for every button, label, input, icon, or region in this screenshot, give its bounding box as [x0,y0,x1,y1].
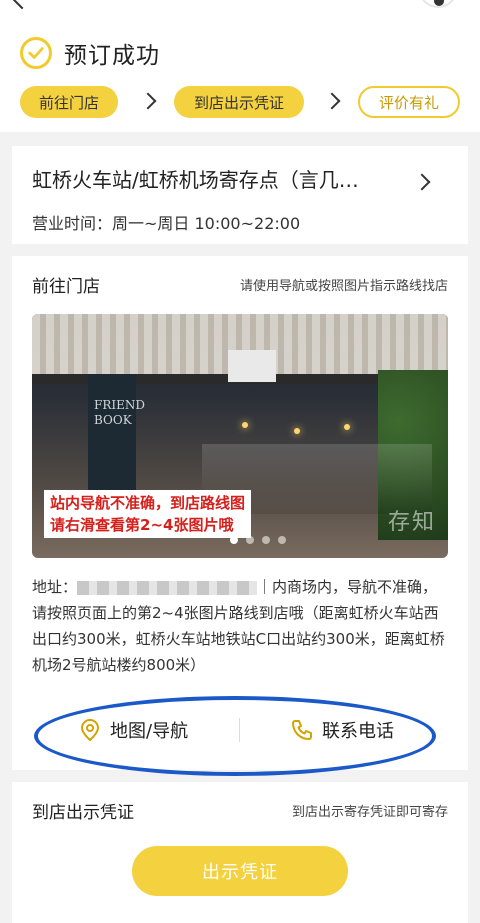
carousel-dot[interactable] [278,536,286,544]
store-hours: 营业时间：周一~周日 10:00~22:00 [32,214,301,233]
chevron-right-icon [139,92,157,110]
chevron-right-icon [323,92,341,110]
success-banner: 预订成功 [20,36,160,70]
carousel-dot[interactable] [246,536,254,544]
redacted-text [77,580,258,595]
check-circle-icon [20,37,52,69]
booking-status-header: 预订成功 前往门店 到店出示凭证 评价有礼 [0,0,480,132]
highlight-annotation [34,696,436,776]
store-address: 地址： ｜内商场内，导航不准确，请按照页面上的第2~4张图片路线到店哦（距离虹桥火… [32,578,445,674]
voucher-hint: 到店出示寄存凭证即可寄存 [291,805,448,820]
carousel-dot[interactable] [262,536,270,544]
chevron-right-icon[interactable] [413,173,431,191]
show-voucher-card: 到店出示凭证 到店出示寄存凭证即可寄存 出示凭证 [12,782,468,923]
route-notice: 站内导航不准确，到店路线图 请右滑查看第2~4张图片哦 [44,490,252,538]
step-goto-store[interactable]: 前往门店 [20,86,118,118]
store-route-photo[interactable]: FRIEND BOOK 站内导航不准确，到店路线图 请右滑查看第2~4张图片哦 存… [32,314,448,558]
carousel-indicator [230,536,286,544]
store-name: 虹桥火车站/虹桥机场寄存点（言几… [32,168,359,192]
back-icon[interactable] [10,0,34,10]
watermark: 存知 [387,510,436,535]
goto-store-card: 前往门店 请使用导航或按照图片指示路线找店 FRIEND BOOK 站内导航不准确… [12,256,468,770]
section-title-voucher: 到店出示凭证 [32,803,134,823]
page-title: 预订成功 [64,43,160,69]
goto-hint: 请使用导航或按照图片指示路线找店 [239,279,448,294]
step-show-voucher[interactable]: 到店出示凭证 [174,86,304,118]
progress-steps: 前往门店 到店出示凭证 评价有礼 [20,86,460,122]
show-voucher-button[interactable]: 出示凭证 [132,846,348,896]
section-title-goto: 前往门店 [32,277,100,297]
blur-patch [228,350,276,382]
store-card[interactable]: 虹桥火车站/虹桥机场寄存点（言几… 营业时间：周一~周日 10:00~22:00 [12,146,468,244]
step-review-reward[interactable]: 评价有礼 [358,86,460,118]
carousel-dot[interactable] [230,536,238,544]
poster [88,374,136,502]
